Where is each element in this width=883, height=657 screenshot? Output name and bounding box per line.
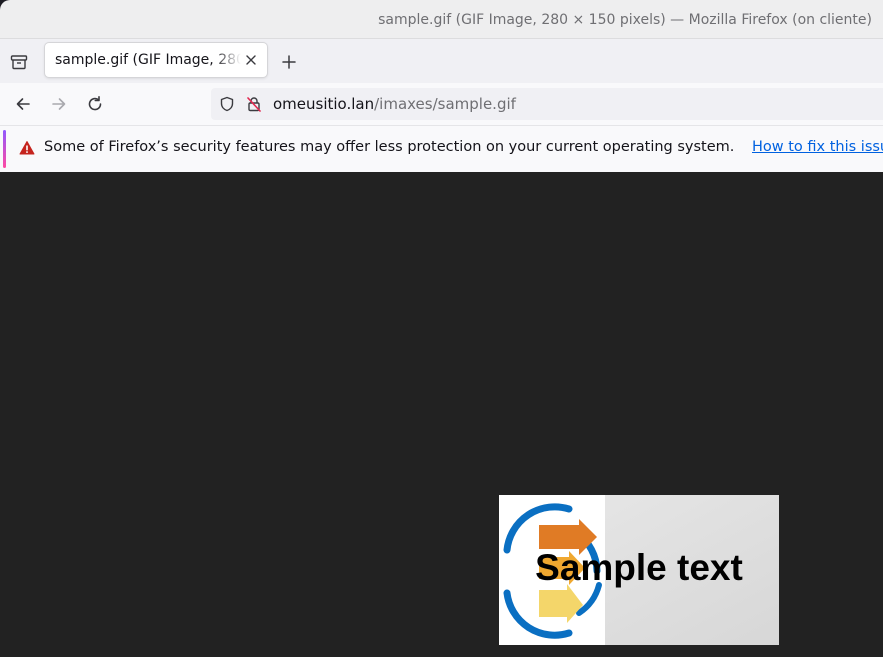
tracking-protection-shield-icon[interactable] xyxy=(219,96,235,112)
insecure-lock-icon[interactable] xyxy=(246,96,262,112)
page-content: Sample text xyxy=(0,172,883,657)
url-path: /imaxes/sample.gif xyxy=(374,95,516,113)
sample-gif-image[interactable]: Sample text xyxy=(499,495,779,645)
new-tab-button[interactable] xyxy=(279,52,299,72)
navigation-bar: omeusitio.lan/imaxes/sample.gif xyxy=(0,83,883,125)
back-button[interactable] xyxy=(11,92,35,116)
arrow-left-icon xyxy=(16,98,30,110)
close-icon xyxy=(246,55,256,65)
reload-icon xyxy=(88,96,102,111)
reload-button[interactable] xyxy=(83,92,107,116)
arrow-right-icon xyxy=(52,98,66,110)
window-title: sample.gif (GIF Image, 280 × 150 pixels)… xyxy=(378,12,872,28)
forward-button[interactable] xyxy=(47,92,71,116)
security-notification-bar: Some of Firefox’s security features may … xyxy=(0,125,883,172)
warning-icon xyxy=(19,141,35,155)
url-host: omeusitio.lan xyxy=(273,95,375,113)
firefox-window: sample.gif (GIF Image, 280 × 150 pixels)… xyxy=(0,0,883,657)
firefox-view-button[interactable] xyxy=(8,51,30,73)
tab-sample-gif[interactable]: sample.gif (GIF Image, 280 × 150 pixels) xyxy=(45,43,267,77)
tab-close-button[interactable] xyxy=(243,52,259,68)
title-bar: sample.gif (GIF Image, 280 × 150 pixels)… xyxy=(0,0,883,38)
how-to-fix-link[interactable]: How to fix this issue xyxy=(752,139,883,155)
sample-image-text: Sample text xyxy=(535,547,743,588)
firefox-view-icon xyxy=(10,55,28,70)
tab-strip: sample.gif (GIF Image, 280 × 150 pixels) xyxy=(0,38,883,84)
url-text: omeusitio.lan/imaxes/sample.gif xyxy=(273,95,516,113)
url-bar[interactable]: omeusitio.lan/imaxes/sample.gif xyxy=(211,88,883,120)
notification-message: Some of Firefox’s security features may … xyxy=(44,139,735,155)
plus-icon xyxy=(282,55,296,69)
tab-label: sample.gif (GIF Image, 280 × 150 pixels) xyxy=(55,52,241,68)
notification-accent xyxy=(3,130,6,168)
